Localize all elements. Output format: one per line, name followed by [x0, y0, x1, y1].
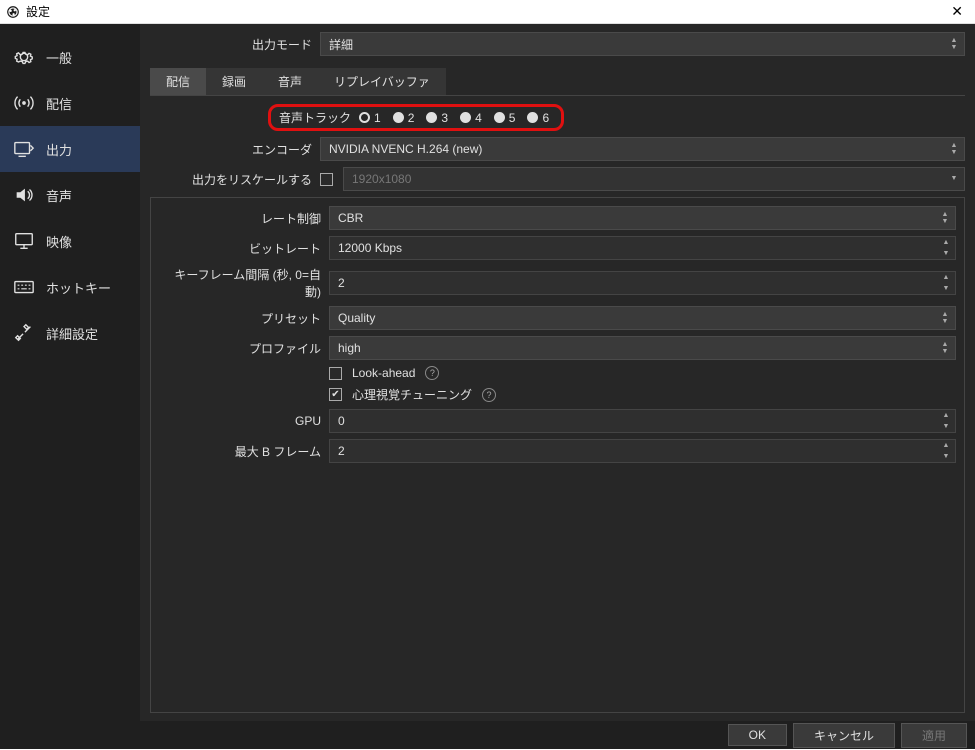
audio-track-radio-2[interactable]: [393, 112, 404, 123]
keyframe-input[interactable]: 2▲▼: [329, 271, 956, 295]
bframes-label: 最大 B フレーム: [159, 443, 329, 460]
cancel-button[interactable]: キャンセル: [793, 723, 895, 748]
ok-button[interactable]: OK: [728, 724, 787, 746]
sidebar-item-audio[interactable]: 音声: [0, 172, 140, 218]
encoder-settings-panel: レート制御 CBR ビットレート 12000 Kbps▲▼ キーフレーム間隔 (…: [150, 197, 965, 713]
audio-track-highlight: 音声トラック 1 2 3 4 5 6: [268, 104, 564, 131]
sidebar-item-advanced[interactable]: 詳細設定: [0, 310, 140, 356]
obs-app-icon: [6, 5, 20, 19]
tools-icon: [12, 321, 36, 345]
preset-select[interactable]: Quality: [329, 306, 956, 330]
audio-track-radio-5[interactable]: [494, 112, 505, 123]
profile-label: プロファイル: [159, 340, 329, 357]
audio-track-label: 音声トラック: [279, 109, 351, 126]
output-tabs: 配信 録画 音声 リプレイバッファ: [150, 68, 965, 96]
apply-button[interactable]: 適用: [901, 723, 967, 748]
sidebar-item-video[interactable]: 映像: [0, 218, 140, 264]
rescale-checkbox[interactable]: [320, 173, 333, 186]
encoder-label: エンコーダ: [150, 141, 320, 158]
bitrate-label: ビットレート: [159, 240, 329, 257]
gpu-input[interactable]: 0▲▼: [329, 409, 956, 433]
lookahead-checkbox[interactable]: [329, 367, 342, 380]
sidebar-item-stream[interactable]: 配信: [0, 80, 140, 126]
help-icon[interactable]: ?: [482, 388, 496, 402]
sidebar-item-hotkeys[interactable]: ホットキー: [0, 264, 140, 310]
audio-track-radio-1[interactable]: [359, 112, 370, 123]
keyframe-label: キーフレーム間隔 (秒, 0=自動): [159, 266, 329, 300]
tab-replay[interactable]: リプレイバッファ: [318, 68, 446, 95]
sidebar-label: 音声: [46, 186, 72, 205]
sidebar-label: ホットキー: [46, 278, 111, 297]
sidebar-item-general[interactable]: 一般: [0, 34, 140, 80]
lookahead-label: Look-ahead: [352, 366, 415, 380]
tab-record[interactable]: 録画: [206, 68, 262, 95]
encoder-select[interactable]: NVIDIA NVENC H.264 (new): [320, 137, 965, 161]
antenna-icon: [12, 91, 36, 115]
bframes-input[interactable]: 2▲▼: [329, 439, 956, 463]
rate-control-label: レート制御: [159, 210, 329, 227]
window-title: 設定: [26, 3, 945, 20]
sidebar-item-output[interactable]: 出力: [0, 126, 140, 172]
monitor-icon: [12, 229, 36, 253]
rescale-label: 出力をリスケールする: [150, 171, 320, 188]
main-panel: 出力モード 詳細 配信 録画 音声 リプレイバッファ 音声トラック 1 2 3 …: [140, 24, 975, 721]
audio-track-radio-6[interactable]: [527, 112, 538, 123]
sidebar-label: 出力: [46, 140, 72, 159]
tab-stream[interactable]: 配信: [150, 68, 206, 95]
audio-track-radio-3[interactable]: [426, 112, 437, 123]
gpu-label: GPU: [159, 414, 329, 428]
output-icon: [12, 137, 36, 161]
profile-select[interactable]: high: [329, 336, 956, 360]
output-mode-select[interactable]: 詳細: [320, 32, 965, 56]
sidebar: 一般 配信 出力 音声 映像 ホットキー 詳細設定: [0, 24, 140, 721]
output-mode-label: 出力モード: [150, 36, 320, 53]
sidebar-label: 一般: [46, 48, 72, 67]
dialog-footer: OK キャンセル 適用: [0, 721, 975, 749]
bitrate-input[interactable]: 12000 Kbps▲▼: [329, 236, 956, 260]
speaker-icon: [12, 183, 36, 207]
preset-label: プリセット: [159, 310, 329, 327]
psycho-checkbox[interactable]: [329, 388, 342, 401]
audio-track-radio-4[interactable]: [460, 112, 471, 123]
psycho-label: 心理視覚チューニング: [352, 386, 472, 403]
rescale-select: 1920x1080: [343, 167, 965, 191]
tab-audio[interactable]: 音声: [262, 68, 318, 95]
help-icon[interactable]: ?: [425, 366, 439, 380]
window-titlebar: 設定 ✕: [0, 0, 975, 24]
keyboard-icon: [12, 275, 36, 299]
close-button[interactable]: ✕: [945, 3, 969, 20]
gear-icon: [12, 45, 36, 69]
rate-control-select[interactable]: CBR: [329, 206, 956, 230]
sidebar-label: 配信: [46, 94, 72, 113]
sidebar-label: 映像: [46, 232, 72, 251]
sidebar-label: 詳細設定: [46, 324, 98, 343]
